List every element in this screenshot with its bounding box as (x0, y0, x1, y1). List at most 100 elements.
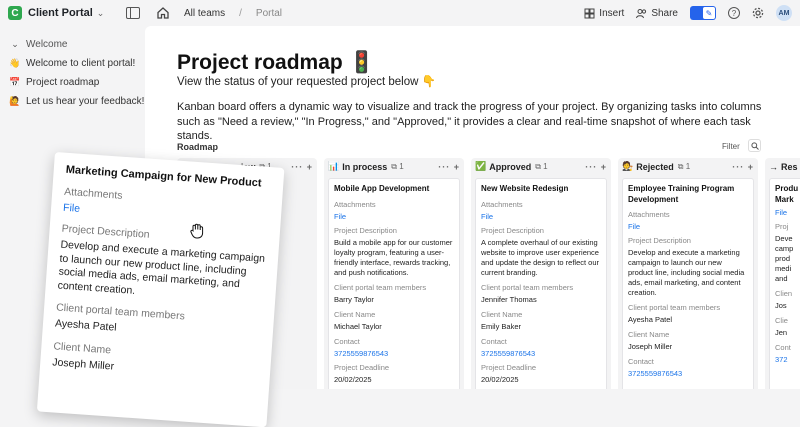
column-title: Approved (489, 161, 532, 172)
sidebar-item-label: Welcome to client portal! (26, 58, 136, 69)
grid-icon (584, 8, 595, 18)
sidebar-item-feedback[interactable]: 🙋 Let us hear your feedback! (0, 92, 145, 111)
card-field-label: Clie (775, 316, 788, 325)
sidebar-item-project-roadmap[interactable]: 📅 Project roadmap (0, 73, 145, 92)
card-description-line: and (775, 274, 788, 283)
column-emoji: → (769, 161, 778, 172)
sidebar-toggle-icon[interactable] (126, 7, 140, 19)
card-field-label: Proj (775, 222, 789, 231)
share-button[interactable]: Share (636, 8, 678, 19)
card-field-label: Client Name (628, 330, 670, 339)
column-actions[interactable]: ··· + (438, 162, 460, 172)
card-member: Ayesha Patel (628, 315, 673, 324)
card-field-label: Contact (334, 336, 360, 346)
column-actions[interactable]: ··· + (585, 162, 607, 172)
column-emoji: ✅ (475, 161, 487, 171)
insert-button[interactable]: Insert (584, 8, 624, 19)
breadcrumb-current[interactable]: Portal (256, 8, 282, 19)
column-count: ⧉ 1 (535, 161, 548, 171)
kanban-column-partial: → Res Produ Mark File Proj Deve camp pro… (765, 158, 800, 389)
card-contact-link[interactable]: 3725559876543 (628, 369, 748, 378)
breadcrumb-all-teams[interactable]: All teams (184, 8, 225, 19)
column-title: In process (342, 161, 388, 172)
card-field-label: Client Name (334, 309, 376, 319)
kanban-card[interactable]: New Website Redesign Attachments File Pr… (475, 178, 607, 389)
share-label: Share (651, 7, 678, 19)
column-emoji: 📊 (328, 161, 340, 171)
kanban-card[interactable]: Mobile App Development Attachments File … (328, 178, 460, 389)
column-actions[interactable]: ··· + (732, 162, 754, 172)
card-description-line: camp (775, 244, 794, 253)
help-icon[interactable]: ? (728, 7, 740, 19)
card-file-link[interactable]: File (481, 212, 601, 221)
search-icon (750, 141, 759, 150)
card-field-label: Contact (481, 336, 507, 346)
card-field-label: Contact (628, 357, 654, 366)
home-icon[interactable] (156, 6, 170, 20)
sidebar-item-label: Let us hear your feedback! (26, 96, 145, 107)
card-field-label: Client Name (481, 309, 523, 319)
card-title-line-2: Mark (775, 194, 794, 204)
column-header[interactable]: 🧑‍⚖️ Rejected ⧉ 1 ··· + (618, 158, 758, 175)
card-client: Joseph Miller (628, 342, 673, 351)
kanban-card[interactable]: Produ Mark File Proj Deve camp prod medi… (769, 178, 800, 389)
workspace-name: Client Portal (28, 7, 93, 19)
card-description: A complete overhaul of our existing webs… (481, 237, 600, 277)
card-field-label: Cont (775, 343, 791, 352)
card-title: Produ (775, 184, 799, 193)
column-header[interactable]: ✅ Approved ⧉ 1 ··· + (471, 158, 611, 175)
card-field-label: Attachments (481, 199, 523, 209)
card-file-link[interactable]: File (628, 222, 748, 231)
card-member: Jos (775, 301, 787, 310)
card-field-label: Project Description (628, 236, 691, 245)
sidebar-item-welcome[interactable]: 👋 Welcome to client portal! (0, 54, 145, 73)
card-contact-link[interactable]: 3725559876543 (481, 349, 601, 358)
column-actions[interactable]: ··· + (291, 162, 313, 172)
filter-button[interactable]: Filter (722, 142, 740, 151)
card-field-label: Attachments (334, 199, 376, 209)
card-client: Emily Baker (481, 321, 522, 331)
chevron-down-icon: ⌄ (96, 7, 105, 18)
card-member: Barry Taylor (334, 294, 374, 304)
card-contact-link[interactable]: 372 (775, 355, 800, 364)
kanban-card[interactable]: Employee Training Program Development At… (622, 178, 754, 389)
grab-cursor-icon (190, 223, 204, 239)
gear-icon[interactable] (752, 7, 764, 19)
card-deadline: 20/02/2025 (334, 374, 372, 384)
card-client: Michael Taylor (334, 321, 382, 331)
people-icon (636, 8, 647, 18)
card-description: Develop and execute a marketing campaign… (628, 248, 745, 297)
card-title: Marketing Campaign for New Product (65, 163, 262, 190)
pencil-icon: ✎ (703, 7, 715, 19)
card-field-label: Client portal team members (628, 303, 721, 312)
card-field-label: Project Deadline (334, 362, 390, 372)
card-title: New Website Redesign (481, 184, 569, 193)
card-file-link[interactable]: File (775, 208, 800, 217)
page-title: Project roadmap 🚦 (177, 51, 375, 74)
card-deadline: 20/02/2025 (481, 374, 519, 384)
sidebar-group-welcome[interactable]: ⌄ Welcome (0, 35, 145, 54)
card-member: Jennifer Thomas (481, 294, 537, 304)
edit-mode-toggle[interactable]: ✎ (690, 6, 716, 20)
column-header[interactable]: → Res (765, 158, 800, 175)
card-description: Build a mobile app for our customer loya… (334, 237, 453, 277)
card-file-link[interactable]: File (334, 212, 454, 221)
workspace-switcher[interactable]: C Client Portal ⌄ (8, 6, 120, 20)
avatar[interactable]: AM (776, 5, 792, 21)
column-title: Res (781, 161, 798, 172)
dragged-kanban-card[interactable]: Marketing Campaign for New Product Attac… (36, 152, 285, 427)
raised-hand-icon: 🙋 (9, 96, 21, 106)
card-field-label: Client portal team members (481, 282, 574, 292)
calendar-icon: 📅 (9, 77, 21, 87)
wave-icon: 👋 (9, 58, 21, 68)
search-button[interactable] (748, 139, 761, 152)
chevron-down-icon: ⌄ (11, 39, 19, 49)
page-subtitle: View the status of your requested projec… (177, 76, 436, 88)
workspace-logo: C (8, 6, 22, 20)
sidebar-item-label: Project roadmap (26, 77, 100, 88)
column-count: ⧉ 1 (391, 161, 404, 171)
card-contact-link[interactable]: 3725559876543 (334, 349, 454, 358)
page-description: Kanban board offers a dynamic way to vis… (177, 101, 762, 142)
kanban-column-approved: ✅ Approved ⧉ 1 ··· + New Website Redesig… (471, 158, 611, 389)
column-header[interactable]: 📊 In process ⧉ 1 ··· + (324, 158, 464, 175)
